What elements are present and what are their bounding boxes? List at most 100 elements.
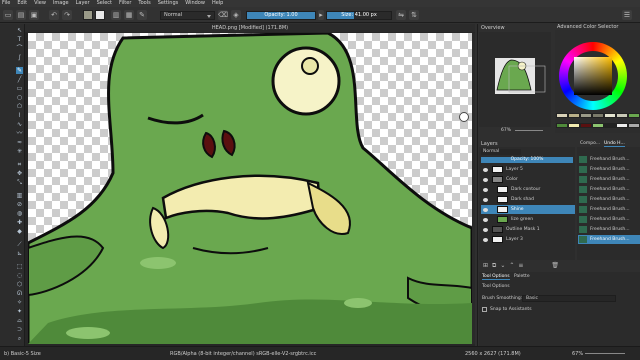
undo-history-item[interactable]: Freehand Brush... bbox=[578, 185, 640, 194]
layer-row[interactable]: Dark contour bbox=[481, 185, 575, 194]
undo-history-item[interactable]: Freehand Brush... bbox=[578, 205, 640, 214]
move-down-icon[interactable]: ⌄ bbox=[500, 262, 505, 270]
visibility-icon[interactable] bbox=[483, 197, 488, 202]
menu-filter[interactable]: Filter bbox=[119, 0, 131, 7]
undo-history-item[interactable]: Freehand Brush... bbox=[578, 225, 640, 234]
layer-row[interactable]: Layer 5 bbox=[481, 165, 575, 174]
layer-row[interactable]: lize green bbox=[481, 215, 575, 224]
select-shapes-icon[interactable]: ↖ bbox=[16, 27, 23, 34]
polygon-tool-icon[interactable]: ⬠ bbox=[16, 103, 23, 110]
undo-history-item-selected[interactable]: Freehand Brush... bbox=[578, 235, 640, 244]
palette-swatch[interactable] bbox=[604, 113, 616, 118]
measure-tool-icon[interactable]: ⊾ bbox=[16, 250, 23, 257]
palette-swatch[interactable] bbox=[568, 123, 580, 128]
freehand-brush-icon[interactable]: ✎ bbox=[16, 67, 23, 74]
palette-swatch[interactable] bbox=[556, 113, 568, 118]
snap-assistants-checkbox[interactable] bbox=[482, 307, 487, 312]
overview-panel[interactable] bbox=[479, 32, 551, 127]
menu-file[interactable]: File bbox=[2, 0, 10, 7]
menu-layer[interactable]: Layer bbox=[76, 0, 90, 7]
palette-swatch[interactable] bbox=[580, 113, 592, 118]
bezier-select-icon[interactable]: ⌓ bbox=[16, 317, 23, 324]
visibility-icon[interactable] bbox=[483, 177, 488, 182]
visibility-icon[interactable] bbox=[483, 227, 488, 232]
color-picker-icon[interactable]: ⊘ bbox=[16, 201, 23, 208]
redo-icon[interactable]: ↷ bbox=[62, 10, 72, 20]
new-document-icon[interactable]: ▭ bbox=[3, 10, 13, 20]
pattern-icon[interactable]: ▦ bbox=[124, 10, 134, 20]
brush-preset-icon[interactable]: ✎ bbox=[137, 10, 147, 20]
preserve-alpha-icon[interactable]: ◈ bbox=[231, 10, 241, 20]
save-icon[interactable]: ▣ bbox=[29, 10, 39, 20]
tab-tool-options[interactable]: Tool Options bbox=[482, 274, 510, 280]
mirror-vertical-icon[interactable]: ⇅ bbox=[409, 10, 419, 20]
rect-select-icon[interactable]: ⬚ bbox=[16, 263, 23, 270]
text-tool-icon[interactable]: T bbox=[16, 36, 23, 43]
menu-edit[interactable]: Edit bbox=[17, 0, 27, 7]
contiguous-select-icon[interactable]: ✧ bbox=[16, 299, 23, 306]
erase-mode-icon[interactable]: ⌫ bbox=[218, 10, 228, 20]
workspace-icon[interactable]: ☰ bbox=[622, 10, 632, 20]
move-tool-icon[interactable]: ✥ bbox=[16, 170, 23, 177]
menu-help[interactable]: Help bbox=[212, 0, 223, 7]
layer-row-selected[interactable]: Shine bbox=[481, 205, 575, 214]
opacity-reset-icon[interactable]: ▸ bbox=[318, 10, 324, 20]
size-slider[interactable]: Size: 41.00 px bbox=[326, 11, 392, 20]
mirror-horizontal-icon[interactable]: ⇋ bbox=[396, 10, 406, 20]
delete-layer-icon[interactable]: 🗑 bbox=[551, 262, 559, 270]
menu-window[interactable]: Window bbox=[185, 0, 205, 7]
palette-swatch[interactable] bbox=[616, 123, 628, 128]
fill-tool-icon[interactable]: ◆ bbox=[16, 228, 23, 235]
polyline-tool-icon[interactable]: ⌇ bbox=[16, 112, 23, 119]
undo-icon[interactable]: ↶ bbox=[49, 10, 59, 20]
background-color-swatch[interactable] bbox=[95, 10, 105, 20]
properties-icon[interactable]: ≡ bbox=[518, 262, 523, 270]
palette-swatch[interactable] bbox=[556, 123, 568, 128]
menu-select[interactable]: Select bbox=[97, 0, 112, 7]
menu-tools[interactable]: Tools bbox=[138, 0, 150, 7]
layer-row[interactable]: Layer 3 bbox=[481, 235, 575, 244]
add-layer-icon[interactable]: ⊞ bbox=[483, 262, 488, 270]
undo-history-item[interactable]: Freehand Brush... bbox=[578, 215, 640, 224]
freehand-path-icon[interactable]: 〰 bbox=[16, 130, 23, 137]
layer-blend-select[interactable]: Normal bbox=[481, 149, 521, 155]
dynamic-brush-icon[interactable]: ≈ bbox=[16, 139, 23, 146]
smart-patch-icon[interactable]: ✚ bbox=[16, 219, 23, 226]
zoom-tool-icon[interactable]: ⌕ bbox=[16, 335, 23, 342]
drawing-canvas[interactable] bbox=[28, 33, 472, 344]
crop-tool-icon[interactable]: ⌗ bbox=[16, 161, 23, 168]
colorize-mask-icon[interactable]: ◍ bbox=[16, 210, 23, 217]
multibrush-icon[interactable]: ✳ bbox=[16, 148, 23, 155]
tab-palette[interactable]: Palette bbox=[514, 274, 530, 279]
open-document-icon[interactable]: ▤ bbox=[16, 10, 26, 20]
blend-mode-select[interactable]: Normal bbox=[160, 11, 215, 20]
palette-swatch[interactable] bbox=[580, 123, 592, 128]
opacity-slider[interactable]: Opacity: 1.00 bbox=[246, 11, 316, 20]
freehand-select-icon[interactable]: ᘏ bbox=[16, 290, 23, 297]
undo-history-item[interactable]: Freehand Brush... bbox=[578, 195, 640, 204]
palette-swatch[interactable] bbox=[604, 123, 616, 128]
visibility-icon[interactable] bbox=[483, 237, 488, 242]
palette-swatch[interactable] bbox=[616, 113, 628, 118]
palette-swatch[interactable] bbox=[628, 113, 640, 118]
visibility-icon[interactable] bbox=[483, 217, 488, 222]
palette-swatch[interactable] bbox=[592, 113, 604, 118]
assistant-tool-icon[interactable]: ⟋ bbox=[16, 241, 23, 248]
layer-opacity-slider[interactable]: Opacity: 100% bbox=[481, 157, 573, 163]
visibility-icon[interactable] bbox=[483, 187, 488, 192]
palette-swatch[interactable] bbox=[568, 113, 580, 118]
visibility-icon[interactable] bbox=[483, 207, 488, 212]
transform-tool-icon[interactable]: ⤡ bbox=[16, 179, 23, 186]
ellipse-tool-icon[interactable]: ○ bbox=[16, 94, 23, 101]
calligraphy-icon[interactable]: ∫ bbox=[16, 54, 23, 61]
layer-row[interactable]: Dark shad bbox=[481, 195, 575, 204]
brush-smoothing-select[interactable]: Basic bbox=[522, 295, 616, 302]
undo-history-item[interactable]: Freehand Brush... bbox=[578, 175, 640, 184]
foreground-color-swatch[interactable] bbox=[83, 10, 93, 20]
line-tool-icon[interactable]: ╱ bbox=[16, 76, 23, 83]
zoom-slider[interactable] bbox=[585, 353, 625, 354]
overview-zoom-slider[interactable] bbox=[515, 130, 543, 131]
rectangle-tool-icon[interactable]: ▭ bbox=[16, 85, 23, 92]
similar-select-icon[interactable]: ✦ bbox=[16, 308, 23, 315]
polygon-select-icon[interactable]: ⬡ bbox=[16, 281, 23, 288]
